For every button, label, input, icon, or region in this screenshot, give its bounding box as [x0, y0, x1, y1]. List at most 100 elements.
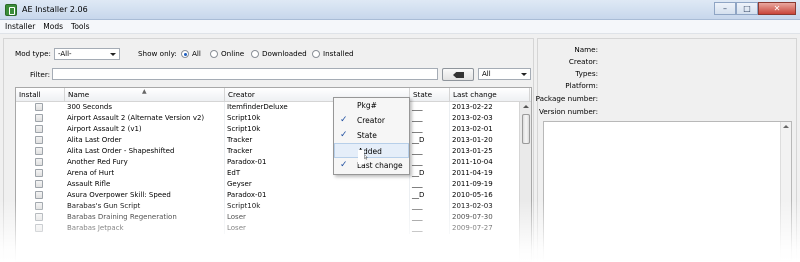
- cell-creator: Loser: [225, 212, 410, 223]
- radio-online[interactable]: [210, 50, 218, 58]
- mod-type-value: -All-: [58, 50, 72, 58]
- cell-state: ___: [410, 223, 450, 234]
- cell-last-change: 2013-01-25: [450, 146, 530, 157]
- install-checkbox[interactable]: [35, 202, 43, 210]
- cell-creator: Script10k: [225, 201, 410, 212]
- description-box[interactable]: [543, 121, 792, 261]
- table-row[interactable]: 300 Seconds ItemfinderDeluxe ___ 2013-02-22: [16, 102, 530, 113]
- cell-state: ___: [410, 102, 450, 113]
- cell-last-change: 2013-02-01: [450, 124, 530, 135]
- maximize-button[interactable]: □: [736, 2, 758, 15]
- radio-downloaded[interactable]: [251, 50, 259, 58]
- menu-bar: Installer Mods Tools: [0, 20, 800, 34]
- detail-version-number-label: Version number:: [538, 107, 598, 116]
- table-row[interactable]: Another Red Fury Paradox-01 ___ 2011-10-04: [16, 157, 530, 168]
- install-checkbox[interactable]: [35, 147, 43, 155]
- table-header: Install Name ▲ Creator State Last change: [16, 88, 531, 102]
- table-row[interactable]: Barabas Jetpack Loser ___ 2009-07-27: [16, 223, 530, 234]
- cell-last-change: 2010-05-16: [450, 190, 530, 201]
- menu-item-pkg[interactable]: Pkg#: [334, 98, 409, 113]
- menu-item-added[interactable]: Added: [334, 143, 409, 158]
- install-checkbox[interactable]: [35, 114, 43, 122]
- column-state[interactable]: State: [410, 88, 450, 102]
- check-icon: ✓: [340, 130, 348, 140]
- check-icon: ✓: [340, 160, 348, 170]
- details-panel: Name: Creator: Types: Platform: Package …: [536, 38, 797, 262]
- clear-filter-button[interactable]: [442, 68, 474, 81]
- cell-state: ___: [410, 113, 450, 124]
- table-row[interactable]: Barabas's Gun Script Script10k ___ 2013-02-…: [16, 201, 530, 212]
- table-row[interactable]: Assault Rifle Geyser ___ 2011-09-19: [16, 179, 530, 190]
- title-bar: AE Installer 2.06 – □ ✕: [0, 0, 800, 20]
- install-checkbox[interactable]: [35, 136, 43, 144]
- chevron-down-icon: [110, 53, 116, 56]
- cell-state: ___: [410, 157, 450, 168]
- radio-downloaded-label: Downloaded: [262, 49, 307, 58]
- install-checkbox[interactable]: [35, 125, 43, 133]
- table-row[interactable]: Alita Last Order Tracker __D 2013-01-20: [16, 135, 530, 146]
- table-scrollbar[interactable]: [519, 102, 531, 261]
- cell-name: Arena of Hurt: [65, 168, 225, 179]
- table-row[interactable]: Barabas Draining Regeneration Loser ___ 200…: [16, 212, 530, 223]
- cell-last-change: 2011-10-04: [450, 157, 530, 168]
- radio-all[interactable]: [181, 50, 189, 58]
- cell-name: Barabas Jetpack: [65, 223, 225, 234]
- menu-item-label: Pkg#: [357, 101, 377, 110]
- cell-last-change: 2013-02-03: [450, 201, 530, 212]
- install-checkbox[interactable]: [35, 224, 43, 232]
- table-row[interactable]: Asura Overpower Skill: Speed Paradox-01 __…: [16, 190, 530, 201]
- cell-name: Airport Assault 2 (v1): [65, 124, 225, 135]
- description-scrollbar[interactable]: [780, 122, 791, 260]
- table-row[interactable]: Alita Last Order - Shapeshifted Tracker __…: [16, 146, 530, 157]
- menu-item-last-change[interactable]: ✓ Last change: [334, 158, 409, 173]
- app-icon: [5, 4, 17, 16]
- menu-item-creator[interactable]: ✓ Creator: [334, 113, 409, 128]
- minimize-button[interactable]: –: [714, 2, 736, 15]
- cell-state: ___: [410, 146, 450, 157]
- table-row[interactable]: Airport Assault 2 (v1) Script10k ___ 2013-0…: [16, 124, 530, 135]
- scroll-thumb[interactable]: [522, 114, 530, 144]
- cell-creator: Geyser: [225, 179, 410, 190]
- install-checkbox[interactable]: [35, 191, 43, 199]
- column-install[interactable]: Install: [16, 88, 65, 102]
- cell-name: Barabas Draining Regeneration: [65, 212, 225, 223]
- radio-all-label: All: [192, 49, 201, 58]
- mod-table: Install Name ▲ Creator State Last change…: [15, 87, 532, 262]
- menu-item-label: State: [357, 131, 377, 140]
- menu-installer[interactable]: Installer: [4, 20, 36, 33]
- filter-input[interactable]: [52, 68, 438, 80]
- install-checkbox[interactable]: [35, 213, 43, 221]
- cell-last-change: 2009-07-27: [450, 223, 530, 234]
- detail-platform-label: Platform:: [565, 81, 598, 90]
- filter-scope-value: All: [482, 70, 491, 78]
- radio-installed-label: Installed: [323, 49, 354, 58]
- cell-state: __D: [410, 168, 450, 179]
- cell-last-change: 2011-09-19: [450, 179, 530, 190]
- cell-state: __D: [410, 135, 450, 146]
- radio-installed[interactable]: [312, 50, 320, 58]
- menu-mods[interactable]: Mods: [42, 20, 64, 33]
- install-checkbox[interactable]: [35, 169, 43, 177]
- menu-tools[interactable]: Tools: [70, 20, 90, 33]
- column-last-change[interactable]: Last change: [450, 88, 530, 102]
- filter-scope-select[interactable]: All: [478, 68, 531, 80]
- table-row[interactable]: Airport Assault 2 (Alternate Version v2)…: [16, 113, 530, 124]
- menu-item-label: Creator: [357, 116, 385, 125]
- install-checkbox[interactable]: [35, 158, 43, 166]
- cell-last-change: 2013-02-03: [450, 113, 530, 124]
- close-button[interactable]: ✕: [758, 2, 796, 15]
- table-row[interactable]: Arena of Hurt EdT __D 2011-04-19: [16, 168, 530, 179]
- cell-last-change: 2013-01-20: [450, 135, 530, 146]
- cell-name: Assault Rifle: [65, 179, 225, 190]
- window-title: AE Installer 2.06: [22, 5, 88, 14]
- cell-state: __D: [410, 190, 450, 201]
- menu-item-state[interactable]: ✓ State: [334, 128, 409, 143]
- cell-creator: Loser: [225, 223, 410, 234]
- sort-ascending-icon: ▲: [142, 88, 147, 95]
- detail-name-label: Name:: [574, 45, 598, 54]
- mod-type-select[interactable]: -All-: [54, 48, 120, 60]
- install-checkbox[interactable]: [35, 103, 43, 111]
- detail-types-label: Types:: [575, 69, 598, 78]
- detail-package-number-label: Package number:: [535, 94, 598, 103]
- install-checkbox[interactable]: [35, 180, 43, 188]
